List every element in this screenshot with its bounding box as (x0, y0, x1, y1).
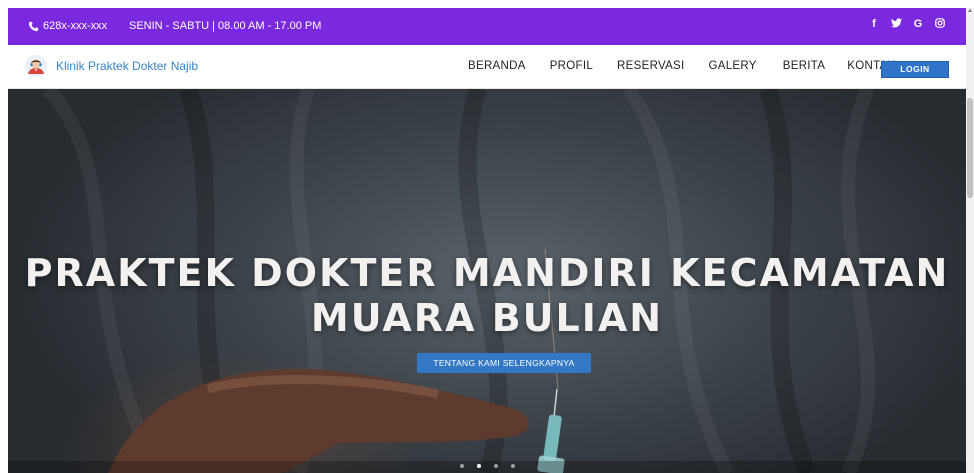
brand-link[interactable]: Klinik Praktek Dokter Najib (25, 55, 198, 77)
doctor-logo-icon (25, 55, 47, 77)
about-us-button[interactable]: TENTANG KAMI SELENGKAPNYA (417, 353, 591, 373)
hero-carousel: PRAKTEK DOKTER MANDIRI KECAMATAN MUARA B… (8, 89, 966, 473)
scroll-up-arrow-icon[interactable]: ▲ (967, 8, 973, 15)
main-navbar: Klinik Praktek Dokter Najib BERANDA PROF… (8, 45, 966, 89)
hero-title: PRAKTEK DOKTER MANDIRI KECAMATAN MUARA B… (8, 251, 966, 341)
nav-item-reservasi[interactable]: RESERVASI (617, 60, 684, 72)
opening-hours: SENIN - SABTU | 08.00 AM - 17.00 PM (129, 20, 322, 32)
browser-viewport: 628x-xxx-xxx SENIN - SABTU | 08.00 AM - … (8, 8, 966, 473)
login-button[interactable]: LOGIN (881, 61, 949, 78)
nav-menu: BERANDA PROFIL RESERVASI GALERY BERITA K… (468, 60, 895, 72)
facebook-icon[interactable]: f (868, 18, 880, 31)
google-icon[interactable]: G (912, 18, 924, 31)
carousel-dot-2[interactable] (477, 464, 481, 468)
carousel-indicators (460, 464, 515, 468)
carousel-dot-3[interactable] (494, 464, 498, 468)
nav-item-berita[interactable]: BERITA (783, 60, 825, 72)
carousel-dot-1[interactable] (460, 464, 464, 468)
phone-contact[interactable]: 628x-xxx-xxx (28, 20, 107, 32)
nav-item-galery[interactable]: GALERY (709, 60, 757, 72)
brand-name: Klinik Praktek Dokter Najib (56, 59, 199, 73)
twitter-icon[interactable] (890, 18, 902, 31)
phone-number: 628x-xxx-xxx (43, 20, 108, 32)
carousel-dot-4[interactable] (511, 464, 515, 468)
social-links: f G (868, 18, 946, 31)
phone-icon (28, 21, 39, 31)
page-scrollbar[interactable]: ▲ (966, 8, 974, 473)
nav-item-profil[interactable]: PROFIL (550, 60, 593, 72)
nav-item-beranda[interactable]: BERANDA (468, 60, 526, 72)
hero-title-line-1: PRAKTEK DOKTER MANDIRI KECAMATAN (24, 251, 950, 295)
top-info-bar: 628x-xxx-xxx SENIN - SABTU | 08.00 AM - … (8, 8, 966, 45)
scroll-thumb[interactable] (967, 98, 973, 198)
instagram-icon[interactable] (934, 18, 946, 31)
hero-title-line-2: MUARA BULIAN (310, 296, 664, 340)
